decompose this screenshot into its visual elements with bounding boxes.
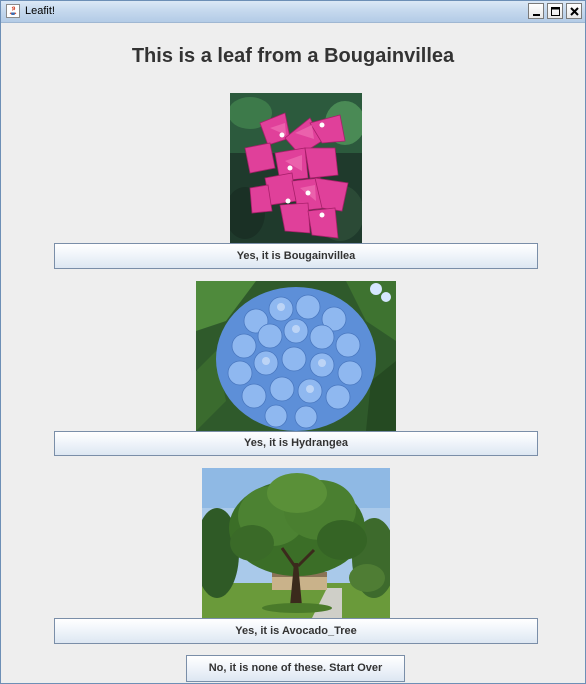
page-title: This is a leaf from a Bougainvillea [131, 45, 455, 67]
java-app-icon [6, 4, 20, 18]
maximize-button[interactable] [547, 3, 563, 19]
yes-avocado-tree-button[interactable]: Yes, it is Avocado_Tree [54, 618, 538, 644]
close-button[interactable] [566, 3, 582, 19]
bougainvillea-photo [230, 93, 362, 243]
close-icon [570, 7, 579, 16]
yes-hydrangea-button[interactable]: Yes, it is Hydrangea [54, 431, 538, 456]
hydrangea-photo [196, 281, 396, 431]
maximize-icon [551, 7, 560, 16]
window-title: Leafit! [25, 5, 55, 17]
title-bar[interactable]: Leafit! [1, 1, 585, 23]
start-over-button[interactable]: No, it is none of these. Start Over [186, 655, 405, 682]
minimize-icon [533, 14, 540, 16]
yes-bougainvillea-button[interactable]: Yes, it is Bougainvillea [54, 243, 538, 269]
avocado-tree-photo [202, 468, 390, 618]
app-window: Leafit! This is a leaf from a Bougainvil… [0, 0, 586, 684]
minimize-button[interactable] [528, 3, 544, 19]
